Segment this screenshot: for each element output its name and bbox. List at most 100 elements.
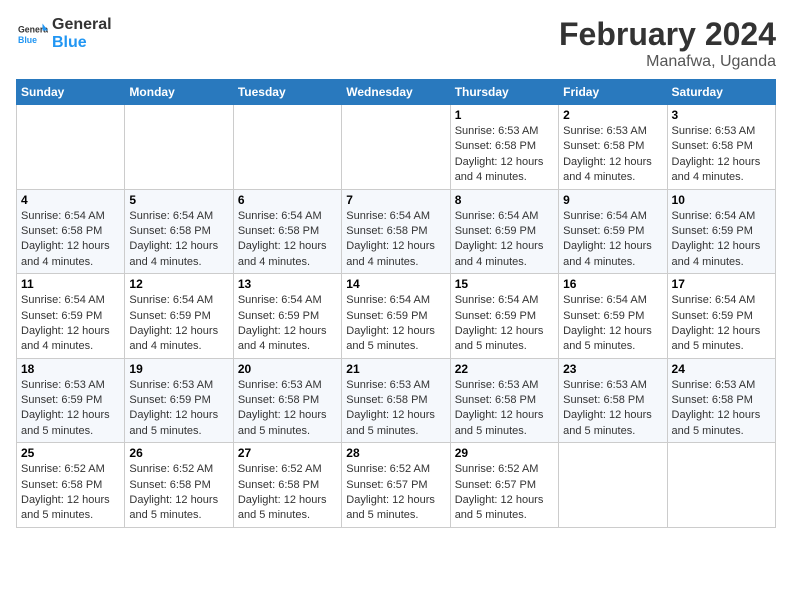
day-number: 21 (346, 362, 445, 376)
day-number: 11 (21, 277, 120, 291)
day-number: 17 (672, 277, 771, 291)
calendar-cell: 26 Sunrise: 6:52 AM Sunset: 6:58 PM Dayli… (125, 443, 233, 528)
day-number: 5 (129, 193, 228, 207)
day-number: 15 (455, 277, 554, 291)
day-number: 1 (455, 108, 554, 122)
calendar-cell: 9 Sunrise: 6:54 AM Sunset: 6:59 PM Daylig… (559, 189, 667, 274)
col-header-monday: Monday (125, 80, 233, 105)
title-area: February 2024 Manafwa, Uganda (559, 16, 776, 71)
day-number: 14 (346, 277, 445, 291)
day-info: Sunrise: 6:52 AM Sunset: 6:58 PM Dayligh… (129, 462, 228, 524)
calendar-cell: 10Sunrise: 6:54 AM Sunset: 6:59 PM Dayli… (667, 189, 775, 274)
day-info: Sunrise: 6:54 AM Sunset: 6:59 PM Dayligh… (346, 293, 445, 355)
col-header-sunday: Sunday (17, 80, 125, 105)
day-info: Sunrise: 6:53 AM Sunset: 6:58 PM Dayligh… (455, 378, 554, 440)
calendar-cell (125, 105, 233, 190)
calendar-cell (17, 105, 125, 190)
calendar-cell: 14 Sunrise: 6:54 AM Sunset: 6:59 PM Dayli… (342, 274, 450, 359)
calendar-cell: 8 Sunrise: 6:54 AM Sunset: 6:59 PM Daylig… (450, 189, 558, 274)
logo-blue: Blue (52, 34, 112, 52)
day-info: Sunrise: 6:52 AM Sunset: 6:57 PM Dayligh… (455, 462, 554, 524)
day-number: 7 (346, 193, 445, 207)
calendar-week-row: 18Sunrise: 6:53 AM Sunset: 6:59 PM Dayli… (17, 358, 776, 443)
day-info: Sunrise: 6:53 AM Sunset: 6:59 PM Dayligh… (21, 378, 120, 440)
calendar-table: SundayMondayTuesdayWednesdayThursdayFrid… (16, 79, 776, 528)
calendar-cell: 18Sunrise: 6:53 AM Sunset: 6:59 PM Dayli… (17, 358, 125, 443)
calendar-cell: 29 Sunrise: 6:52 AM Sunset: 6:57 PM Dayli… (450, 443, 558, 528)
day-number: 24 (672, 362, 771, 376)
svg-text:Blue: Blue (18, 35, 37, 45)
calendar-cell: 16 Sunrise: 6:54 AM Sunset: 6:59 PM Dayli… (559, 274, 667, 359)
calendar-cell: 3 Sunrise: 6:53 AM Sunset: 6:58 PM Daylig… (667, 105, 775, 190)
col-header-tuesday: Tuesday (233, 80, 341, 105)
logo-icon: General Blue (16, 20, 48, 48)
day-number: 16 (563, 277, 662, 291)
day-info: Sunrise: 6:54 AM Sunset: 6:58 PM Dayligh… (346, 209, 445, 271)
calendar-cell: 15Sunrise: 6:54 AM Sunset: 6:59 PM Dayli… (450, 274, 558, 359)
calendar-cell (233, 105, 341, 190)
day-info: Sunrise: 6:54 AM Sunset: 6:59 PM Dayligh… (563, 293, 662, 355)
day-number: 10 (672, 193, 771, 207)
calendar-cell: 13Sunrise: 6:54 AM Sunset: 6:59 PM Dayli… (233, 274, 341, 359)
day-info: Sunrise: 6:54 AM Sunset: 6:58 PM Dayligh… (238, 209, 337, 271)
day-info: Sunrise: 6:53 AM Sunset: 6:59 PM Dayligh… (129, 378, 228, 440)
day-number: 27 (238, 446, 337, 460)
day-info: Sunrise: 6:53 AM Sunset: 6:58 PM Dayligh… (238, 378, 337, 440)
day-number: 20 (238, 362, 337, 376)
calendar-header-row: SundayMondayTuesdayWednesdayThursdayFrid… (17, 80, 776, 105)
day-info: Sunrise: 6:54 AM Sunset: 6:59 PM Dayligh… (563, 209, 662, 271)
day-info: Sunrise: 6:53 AM Sunset: 6:58 PM Dayligh… (563, 378, 662, 440)
day-number: 25 (21, 446, 120, 460)
calendar-cell: 12Sunrise: 6:54 AM Sunset: 6:59 PM Dayli… (125, 274, 233, 359)
calendar-cell: 5 Sunrise: 6:54 AM Sunset: 6:58 PM Daylig… (125, 189, 233, 274)
calendar-cell (667, 443, 775, 528)
day-number: 22 (455, 362, 554, 376)
calendar-cell: 19Sunrise: 6:53 AM Sunset: 6:59 PM Dayli… (125, 358, 233, 443)
calendar-week-row: 4 Sunrise: 6:54 AM Sunset: 6:58 PM Daylig… (17, 189, 776, 274)
col-header-wednesday: Wednesday (342, 80, 450, 105)
calendar-cell: 21 Sunrise: 6:53 AM Sunset: 6:58 PM Dayli… (342, 358, 450, 443)
col-header-saturday: Saturday (667, 80, 775, 105)
calendar-cell: 17 Sunrise: 6:54 AM Sunset: 6:59 PM Dayli… (667, 274, 775, 359)
logo-general: General (52, 16, 112, 34)
calendar-cell: 2 Sunrise: 6:53 AM Sunset: 6:58 PM Daylig… (559, 105, 667, 190)
day-info: Sunrise: 6:54 AM Sunset: 6:58 PM Dayligh… (21, 209, 120, 271)
day-info: Sunrise: 6:54 AM Sunset: 6:59 PM Dayligh… (672, 293, 771, 355)
day-number: 13 (238, 277, 337, 291)
day-number: 26 (129, 446, 228, 460)
calendar-cell: 23 Sunrise: 6:53 AM Sunset: 6:58 PM Dayli… (559, 358, 667, 443)
day-info: Sunrise: 6:54 AM Sunset: 6:59 PM Dayligh… (21, 293, 120, 355)
day-number: 23 (563, 362, 662, 376)
calendar-cell: 22 Sunrise: 6:53 AM Sunset: 6:58 PM Dayli… (450, 358, 558, 443)
day-info: Sunrise: 6:53 AM Sunset: 6:58 PM Dayligh… (672, 124, 771, 186)
calendar-cell: 24 Sunrise: 6:53 AM Sunset: 6:58 PM Dayli… (667, 358, 775, 443)
logo: General Blue General Blue (16, 16, 112, 53)
calendar-week-row: 1 Sunrise: 6:53 AM Sunset: 6:58 PM Daylig… (17, 105, 776, 190)
page-header: General Blue General Blue February 2024 … (16, 16, 776, 71)
calendar-week-row: 11 Sunrise: 6:54 AM Sunset: 6:59 PM Dayli… (17, 274, 776, 359)
calendar-cell: 1 Sunrise: 6:53 AM Sunset: 6:58 PM Daylig… (450, 105, 558, 190)
calendar-cell: 25Sunrise: 6:52 AM Sunset: 6:58 PM Dayli… (17, 443, 125, 528)
day-number: 29 (455, 446, 554, 460)
day-info: Sunrise: 6:53 AM Sunset: 6:58 PM Dayligh… (455, 124, 554, 186)
day-info: Sunrise: 6:53 AM Sunset: 6:58 PM Dayligh… (563, 124, 662, 186)
col-header-thursday: Thursday (450, 80, 558, 105)
day-info: Sunrise: 6:54 AM Sunset: 6:58 PM Dayligh… (129, 209, 228, 271)
day-info: Sunrise: 6:54 AM Sunset: 6:59 PM Dayligh… (129, 293, 228, 355)
day-info: Sunrise: 6:53 AM Sunset: 6:58 PM Dayligh… (672, 378, 771, 440)
calendar-cell: 27Sunrise: 6:52 AM Sunset: 6:58 PM Dayli… (233, 443, 341, 528)
calendar-title: February 2024 (559, 16, 776, 53)
day-number: 4 (21, 193, 120, 207)
calendar-cell: 28Sunrise: 6:52 AM Sunset: 6:57 PM Dayli… (342, 443, 450, 528)
day-number: 8 (455, 193, 554, 207)
day-info: Sunrise: 6:52 AM Sunset: 6:57 PM Dayligh… (346, 462, 445, 524)
day-number: 3 (672, 108, 771, 122)
calendar-cell: 20 Sunrise: 6:53 AM Sunset: 6:58 PM Dayli… (233, 358, 341, 443)
day-info: Sunrise: 6:53 AM Sunset: 6:58 PM Dayligh… (346, 378, 445, 440)
day-number: 2 (563, 108, 662, 122)
calendar-cell: 6Sunrise: 6:54 AM Sunset: 6:58 PM Daylig… (233, 189, 341, 274)
col-header-friday: Friday (559, 80, 667, 105)
day-info: Sunrise: 6:54 AM Sunset: 6:59 PM Dayligh… (455, 209, 554, 271)
day-number: 9 (563, 193, 662, 207)
calendar-cell (342, 105, 450, 190)
